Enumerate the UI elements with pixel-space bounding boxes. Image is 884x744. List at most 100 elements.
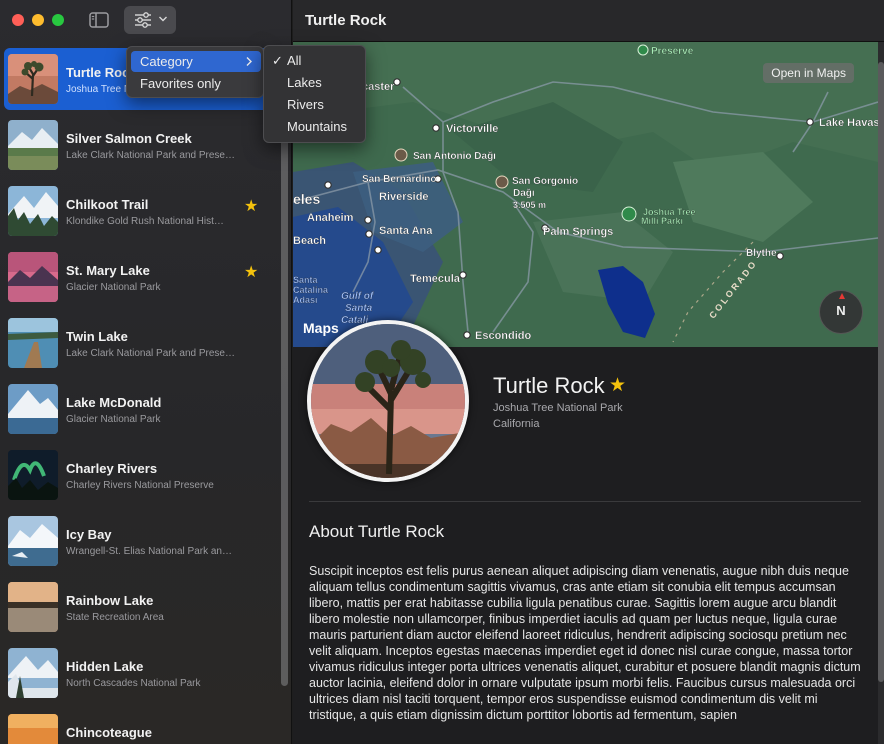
minimize-window-button[interactable] (32, 14, 44, 26)
list-item-hidden-lake[interactable]: Hidden Lake North Cascades National Park (0, 640, 292, 704)
landmark-park: Joshua Tree National Park (493, 402, 623, 414)
landmark-park: Glacier National Park (66, 282, 161, 293)
menu-item-category[interactable]: Category (131, 51, 261, 72)
map-label: San Bernardino (362, 174, 436, 185)
landmark-park: State Recreation Area (66, 612, 164, 623)
landmark-thumbnail (8, 648, 58, 698)
landmark-park: Charley Rivers National Preserve (66, 480, 214, 491)
map-label: Gulf of (341, 291, 375, 302)
landmark-name: St. Mary Lake (66, 263, 150, 278)
landmark-park: North Cascades National Park (66, 678, 201, 689)
landmark-name: Chilkoot Trail (66, 197, 149, 212)
submenu-item-label: Rivers (287, 97, 324, 112)
map-label: caster (362, 81, 395, 93)
open-in-maps-button[interactable]: Open in Maps (763, 63, 854, 83)
list-item-chincoteague[interactable]: Chincoteague (0, 706, 292, 744)
landmark-name: Chincoteague (66, 725, 152, 740)
favorite-star-icon[interactable]: ★ (609, 374, 626, 397)
map-label: Santa Ana (379, 225, 433, 237)
list-item-icy-bay[interactable]: Icy Bay Wrangell-St. Elias National Park… (0, 508, 292, 572)
main-scrollbar-thumb[interactable] (878, 62, 884, 682)
list-item-silver-salmon-creek[interactable]: Silver Salmon Creek Lake Clark National … (0, 112, 292, 176)
sidebar-titlebar (0, 0, 292, 40)
map-label: Beach (293, 235, 326, 247)
checkmark-icon: ✓ (272, 53, 283, 68)
landmark-thumbnail (8, 318, 58, 368)
landmark-name: Hidden Lake (66, 659, 144, 674)
landmark-thumbnail (8, 120, 58, 170)
landmark-park: Lake Clark National Park and Preserve (66, 348, 236, 359)
map-label: Riverside (379, 191, 429, 203)
landmark-image (307, 320, 469, 482)
landmark-name: Silver Salmon Creek (66, 131, 192, 146)
landmark-list: Turtle Rock Joshua Tree National Park Si… (0, 46, 292, 744)
close-window-button[interactable] (12, 14, 24, 26)
sidebar-scrollbar[interactable] (281, 120, 288, 686)
landmark-thumbnail (8, 186, 58, 236)
landmark-park: Lake Clark National Park and Preserve (66, 150, 236, 161)
about-body-text: Suscipit inceptos est felis purus aenean… (309, 564, 861, 722)
landmark-park: Wrangell-St. Elias National Park and… (66, 546, 236, 557)
map-view[interactable]: caster Victorville Lake Havas San Antoni… (293, 42, 878, 347)
map-label: Palm Springs (543, 226, 613, 238)
window-title: Turtle Rock (305, 12, 387, 29)
zoom-window-button[interactable] (52, 14, 64, 26)
landmark-state: California (493, 418, 540, 430)
map-label: Adası (293, 295, 318, 305)
favorite-star-icon: ★ (244, 264, 259, 281)
compass-icon[interactable]: N (819, 290, 863, 334)
submenu-item-label: Mountains (287, 119, 347, 134)
map-label: eles (293, 191, 320, 207)
sidebar-toggle-icon[interactable] (88, 10, 110, 30)
landmark-thumbnail (8, 516, 58, 566)
map-label: Temecula (410, 273, 461, 285)
landmark-title: Turtle Rock (493, 373, 605, 398)
map-label: Anaheim (307, 212, 354, 224)
menu-item-favorites-only[interactable]: Favorites only (131, 73, 261, 94)
landmark-name: Lake McDonald (66, 395, 162, 410)
filter-menu-button[interactable] (124, 6, 176, 34)
category-submenu: ✓ All Lakes Rivers Mountains (263, 45, 366, 143)
map-label: Victorville (446, 123, 498, 135)
landmark-thumbnail (8, 54, 58, 104)
list-item-chilkoot-trail[interactable]: Chilkoot Trail Klondike Gold Rush Nation… (0, 178, 292, 242)
map-label: Dağı (513, 188, 535, 199)
menu-item-label: Category (140, 54, 193, 69)
favorite-star-icon: ★ (244, 198, 259, 215)
list-item-rainbow-lake[interactable]: Rainbow Lake State Recreation Area (0, 574, 292, 638)
filter-menu: Category Favorites only (126, 46, 264, 98)
divider (309, 501, 861, 502)
submenu-item-all[interactable]: ✓ All (264, 50, 365, 72)
map-label: Santa (293, 275, 319, 285)
landmark-park: Klondike Gold Rush National Hist… (66, 216, 224, 227)
list-item-charley-rivers[interactable]: Charley Rivers Charley Rivers National P… (0, 442, 292, 506)
map-label: Milli Parkı (641, 216, 683, 226)
submenu-item-lakes[interactable]: Lakes (264, 72, 365, 94)
landmark-name: Icy Bay (66, 527, 112, 542)
main-titlebar: Turtle Rock (293, 0, 884, 42)
landmark-name: Twin Lake (66, 329, 128, 344)
landmark-name: Charley Rivers (66, 461, 158, 476)
landmark-name: Rainbow Lake (66, 593, 154, 608)
landmark-thumbnail (8, 252, 58, 302)
submenu-item-label: All (287, 53, 302, 68)
landmark-thumbnail (8, 450, 58, 500)
landmark-thumbnail (8, 582, 58, 632)
list-item-st-mary-lake[interactable]: St. Mary Lake Glacier National Park ★ (0, 244, 292, 308)
compass-label: N (836, 303, 846, 318)
list-item-lake-mcdonald[interactable]: Lake McDonald Glacier National Park (0, 376, 292, 440)
chevron-down-icon (159, 16, 167, 22)
landmark-thumbnail (8, 714, 58, 744)
menu-item-label: Favorites only (140, 76, 221, 91)
map-label: Lake Havas (819, 117, 878, 129)
map-label: Santa (345, 303, 373, 314)
main-scrollbar-track[interactable] (878, 42, 884, 744)
submenu-item-mountains[interactable]: Mountains (264, 116, 365, 138)
map-label: Blythe (746, 248, 777, 259)
map-label: Preserve (651, 46, 694, 57)
submenu-item-rivers[interactable]: Rivers (264, 94, 365, 116)
detail-pane: Turtle Rock caster Victorville Lake Hava… (293, 0, 884, 744)
list-item-twin-lake[interactable]: Twin Lake Lake Clark National Park and P… (0, 310, 292, 374)
map-label: San Antonio Dağı (413, 151, 496, 162)
about-heading: About Turtle Rock (309, 522, 445, 541)
